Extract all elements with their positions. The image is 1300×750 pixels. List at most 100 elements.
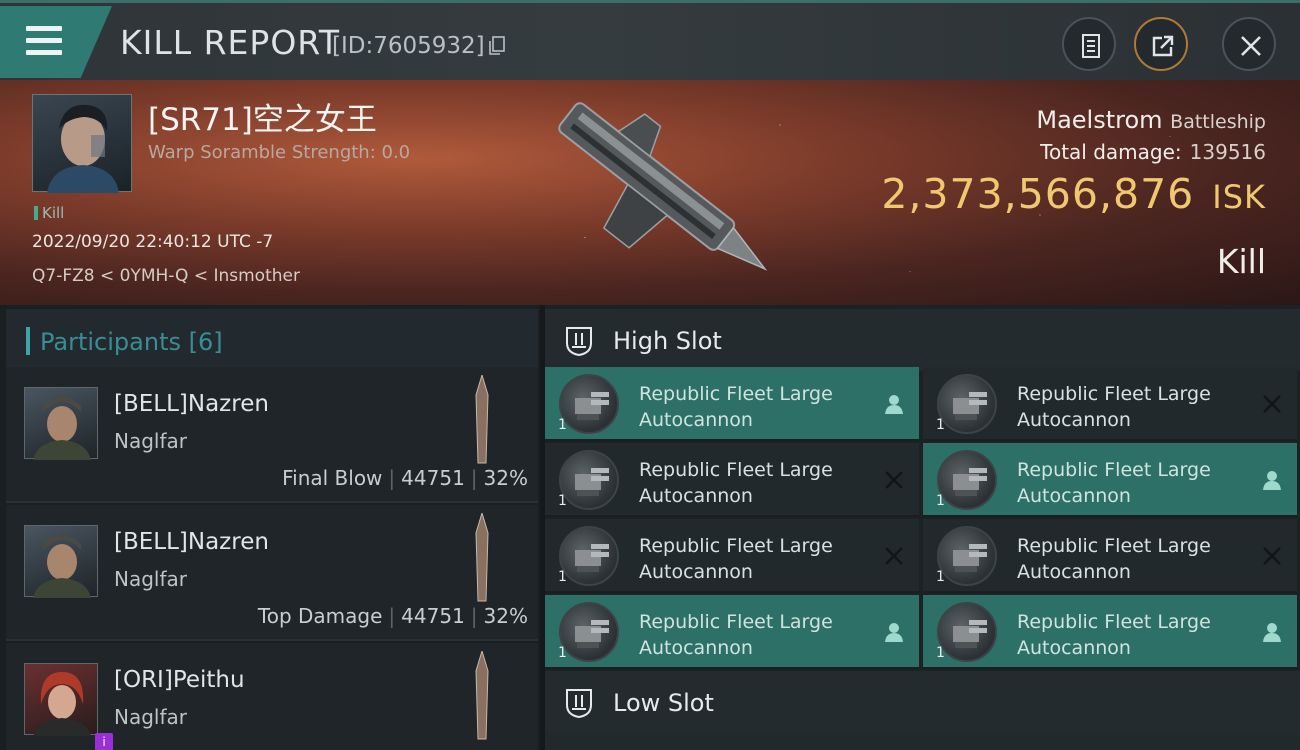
autocannon-icon	[937, 526, 997, 586]
kill-result: Kill	[1216, 242, 1266, 281]
participant-row[interactable]: i [ORI]Peithu Naglfar	[6, 643, 538, 750]
module-name-line2: Autocannon	[639, 409, 753, 431]
participant-role: Top Damage	[257, 604, 383, 628]
module-name: Republic Fleet Large Autocannon	[639, 457, 869, 509]
participant-name: [ORI]Peithu	[114, 667, 245, 693]
victim-pilot-name[interactable]: [SR71]空之女王	[148, 94, 377, 139]
total-damage-label: Total damage:	[1040, 140, 1182, 164]
module-name-line1: Republic Fleet Large	[1017, 383, 1211, 405]
high-slot-icon	[566, 327, 592, 357]
victim-portrait[interactable]	[32, 94, 132, 193]
dropped-item-icon	[1261, 621, 1283, 647]
participant-avatar	[24, 387, 98, 460]
module-name-line2: Autocannon	[639, 485, 753, 507]
title-bar: KILL REPORT [ID:7605932]	[0, 0, 1300, 80]
isk-amount: 2,373,566,876	[881, 170, 1195, 218]
copy-icon[interactable]	[488, 36, 506, 56]
destroyed-item-icon	[1261, 393, 1283, 419]
low-slot-module-row[interactable]	[545, 733, 1300, 750]
participant-name: [BELL]Nazren	[114, 391, 269, 417]
total-damage-value: 139516	[1189, 140, 1266, 164]
participant-row[interactable]: [BELL]Nazren Naglfar Top Damage | 44751 | 32…	[6, 505, 538, 641]
module-name-line2: Autocannon	[639, 637, 753, 659]
module-name-line2: Autocannon	[1017, 561, 1131, 583]
module-name-line2: Autocannon	[1017, 485, 1131, 507]
module-name-line2: Autocannon	[639, 561, 753, 583]
module-quantity: 1	[558, 645, 567, 661]
module-name: Republic Fleet Large Autocannon	[1017, 457, 1247, 509]
module-name-line2: Autocannon	[1017, 409, 1131, 431]
module-name-line1: Republic Fleet Large	[1017, 459, 1211, 481]
document-icon	[1082, 34, 1100, 58]
high-slot-module[interactable]: 1 Republic Fleet Large Autocannon	[923, 595, 1297, 669]
low-slot-icon	[566, 689, 592, 719]
module-quantity: 1	[936, 417, 945, 433]
autocannon-icon	[937, 602, 997, 662]
module-name: Republic Fleet Large Autocannon	[639, 533, 869, 585]
participant-ship-icon	[475, 375, 489, 464]
victim-ship-image[interactable]	[520, 85, 800, 300]
high-slot-module[interactable]: 1 Republic Fleet Large Autocannon	[545, 367, 919, 441]
high-slot-module[interactable]: 1 Republic Fleet Large Autocannon	[923, 443, 1297, 517]
autocannon-icon	[559, 450, 619, 510]
destroyed-item-icon	[883, 469, 905, 495]
kill-location[interactable]: Q7-FZ8 < 0YMH-Q < Insmother	[32, 266, 300, 286]
victim-ship-line: Maelstrom Battleship	[1036, 106, 1266, 134]
module-quantity: 1	[558, 569, 567, 585]
participant-row[interactable]: [BELL]Nazren Naglfar Final Blow | 44751 | 32…	[6, 367, 538, 503]
participant-percent: 32%	[483, 466, 528, 490]
participant-ship-icon	[475, 513, 489, 602]
participant-ship-icon	[475, 651, 489, 740]
module-name: Republic Fleet Large Autocannon	[639, 381, 869, 433]
isk-unit: ISK	[1212, 178, 1266, 216]
hamburger-menu-icon	[26, 26, 62, 56]
dropped-item-icon	[883, 393, 905, 419]
participants-header[interactable]: Participants [6]	[6, 309, 538, 367]
high-slot-header: High Slot	[545, 309, 1300, 371]
participant-role: Final Blow	[282, 466, 383, 490]
module-name-line1: Republic Fleet Large	[639, 383, 833, 405]
isk-value: 2,373,566,876 ISK	[881, 170, 1266, 218]
close-button[interactable]	[1222, 17, 1276, 71]
destroyed-item-icon	[883, 545, 905, 571]
low-slot-label: Low Slot	[613, 689, 714, 717]
module-name: Republic Fleet Large Autocannon	[1017, 533, 1247, 585]
share-icon	[1152, 35, 1174, 57]
module-name: Republic Fleet Large Autocannon	[1017, 381, 1247, 433]
module-quantity: 1	[558, 417, 567, 433]
ship-name[interactable]: Maelstrom	[1036, 106, 1162, 134]
report-id: [ID:7605932]	[332, 33, 485, 59]
close-icon	[1241, 36, 1261, 56]
module-quantity: 1	[936, 493, 945, 509]
participant-ship: Naglfar	[114, 567, 187, 591]
participant-name: [BELL]Nazren	[114, 529, 269, 555]
kill-datetime: 2022/09/20 22:40:12 UTC -7	[32, 232, 274, 252]
participant-stats: Top Damage | 44751 | 32%	[257, 604, 528, 628]
participant-avatar: i	[24, 663, 113, 750]
autocannon-icon	[559, 602, 619, 662]
high-slot-module[interactable]: 1 Republic Fleet Large Autocannon	[923, 519, 1297, 593]
menu-button[interactable]	[0, 6, 112, 78]
high-slot-module[interactable]: 1 Republic Fleet Large Autocannon	[545, 443, 919, 517]
autocannon-icon	[559, 374, 619, 434]
share-button[interactable]	[1134, 17, 1188, 71]
participants-panel: Participants [6] [BELL]Nazren Naglfar Fi…	[0, 305, 540, 750]
destroyed-item-icon	[1261, 545, 1283, 571]
kill-tag: Kill	[34, 204, 64, 222]
total-damage: Total damage: 139516	[1040, 140, 1266, 164]
module-name-line1: Republic Fleet Large	[639, 611, 833, 633]
autocannon-icon	[937, 450, 997, 510]
high-slot-module[interactable]: 1 Republic Fleet Large Autocannon	[545, 519, 919, 593]
autocannon-icon	[937, 374, 997, 434]
module-name-line1: Republic Fleet Large	[639, 459, 833, 481]
report-document-button[interactable]	[1062, 17, 1116, 71]
module-quantity: 1	[558, 493, 567, 509]
participant-ship: Naglfar	[114, 429, 187, 453]
participant-percent: 32%	[483, 604, 528, 628]
participant-damage: 44751	[401, 604, 465, 628]
dropped-item-icon	[1261, 469, 1283, 495]
high-slot-module[interactable]: 1 Republic Fleet Large Autocannon	[923, 367, 1297, 441]
participant-ship: Naglfar	[114, 705, 187, 729]
ship-class: Battleship	[1170, 111, 1266, 133]
high-slot-module[interactable]: 1 Republic Fleet Large Autocannon	[545, 595, 919, 669]
